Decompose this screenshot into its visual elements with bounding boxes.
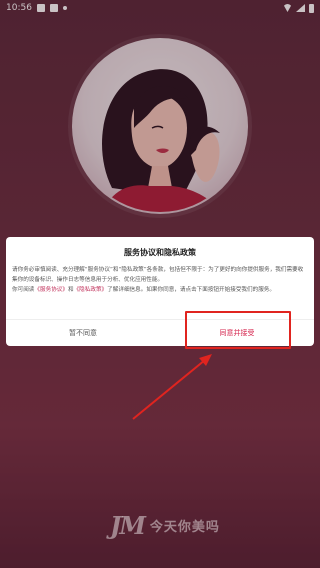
brand-logo: JM xyxy=(110,510,146,540)
brand-name: 今天你美吗 xyxy=(149,519,220,535)
annotation-arrow-icon xyxy=(132,354,212,420)
brand-watermark: JM 今天你美吗 xyxy=(110,510,220,540)
